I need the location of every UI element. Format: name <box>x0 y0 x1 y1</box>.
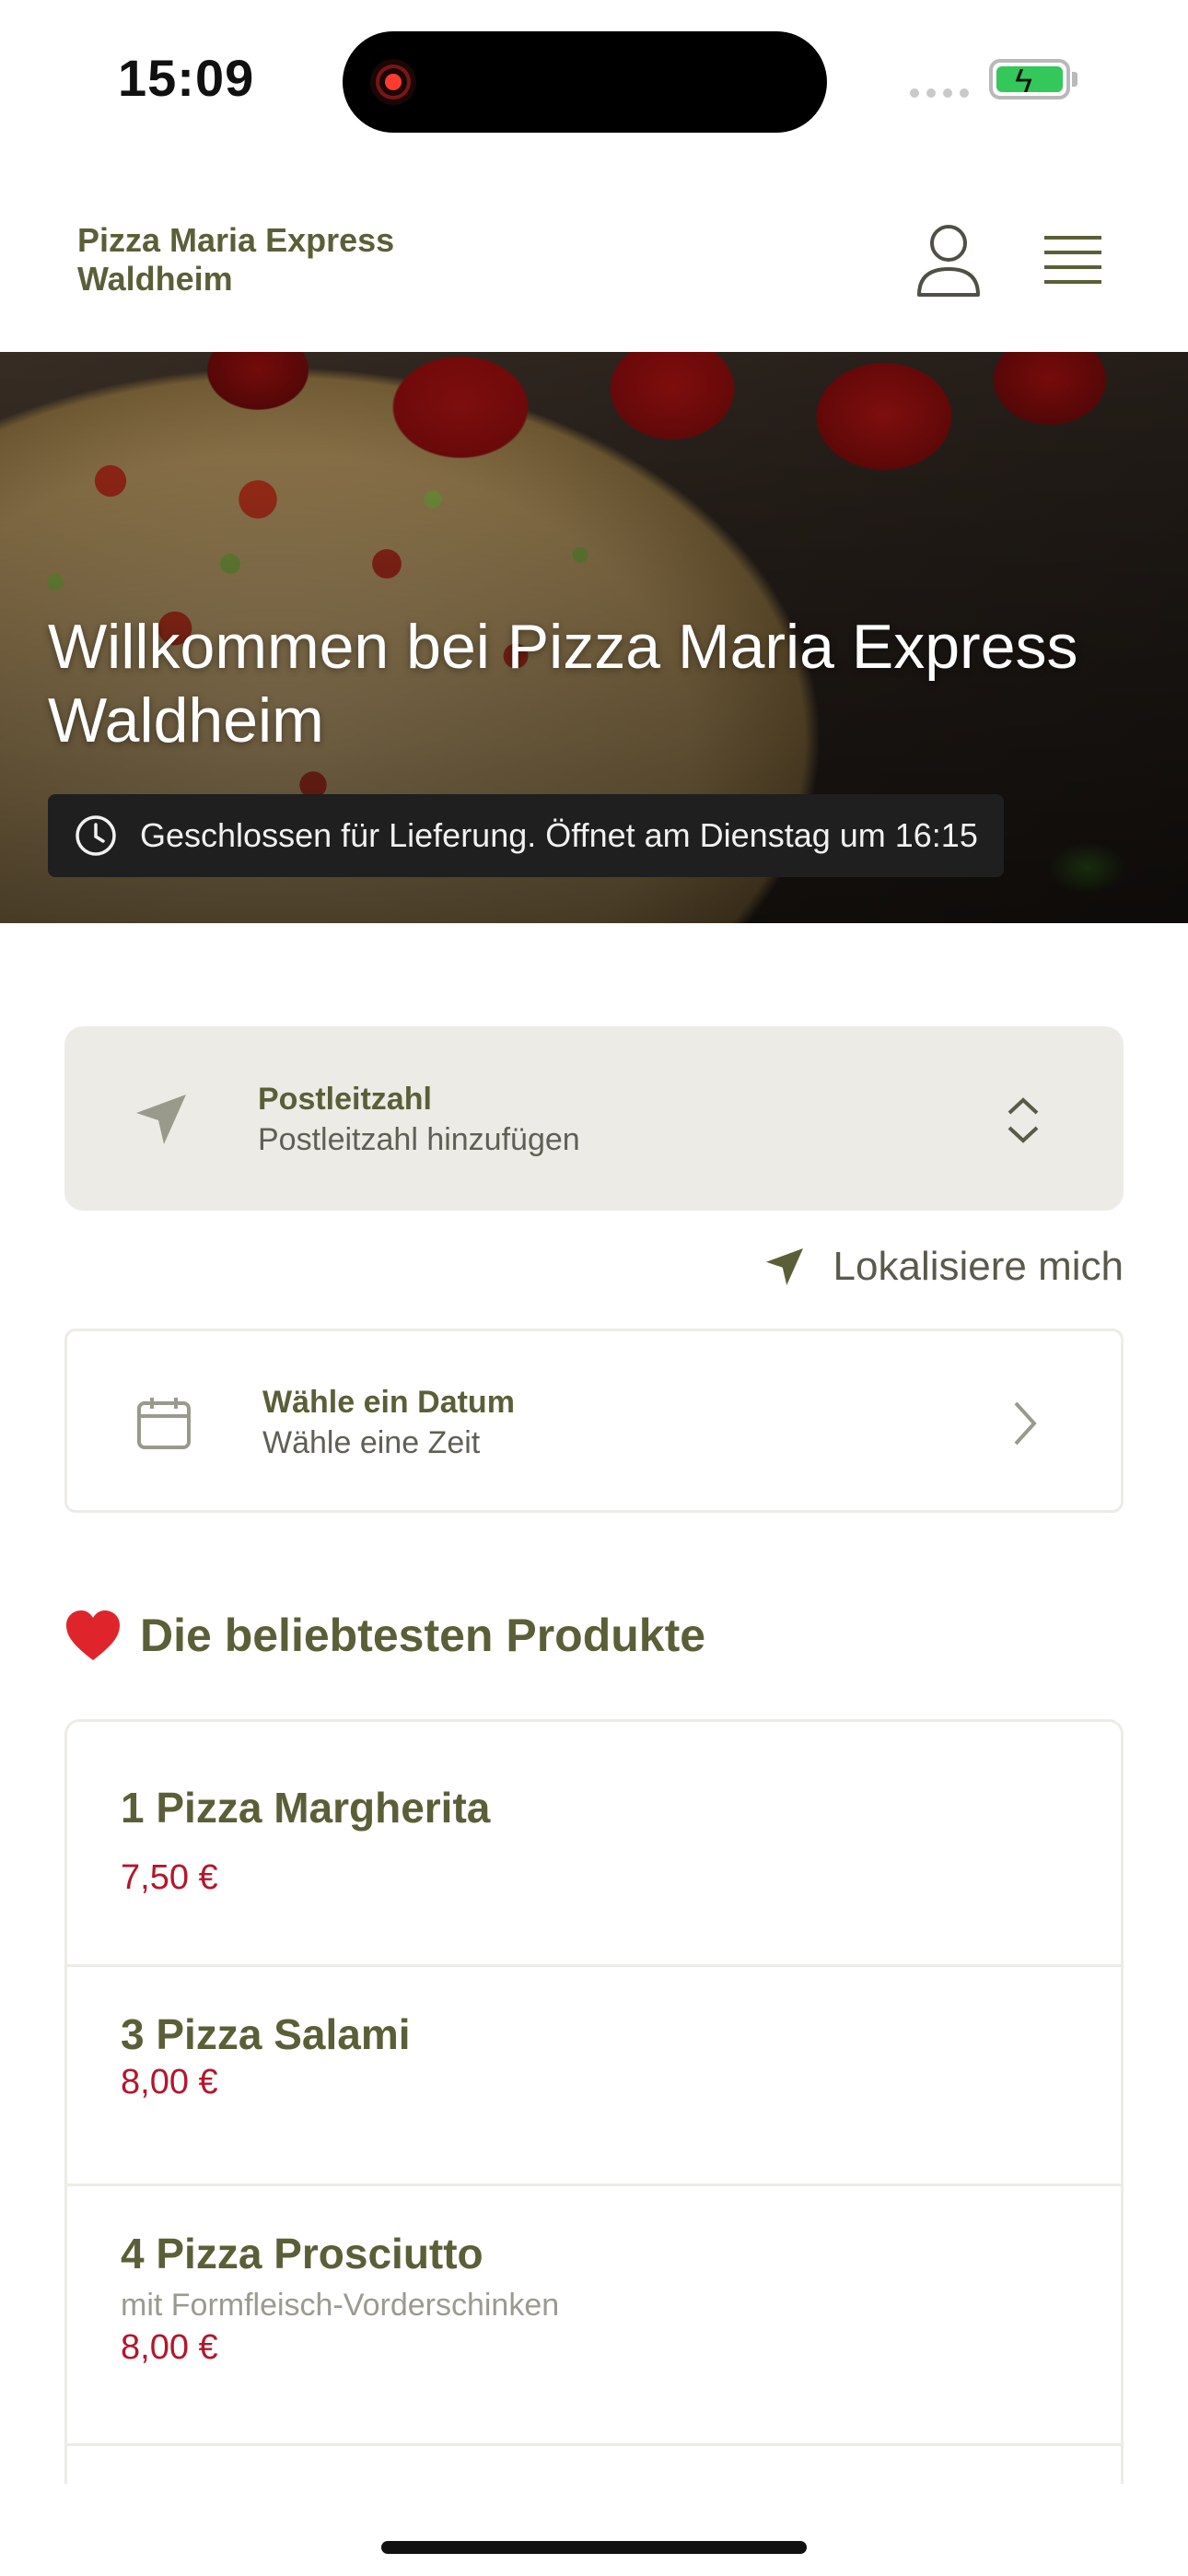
chevron-right-icon <box>1014 1401 1037 1446</box>
account-button[interactable] <box>912 221 985 300</box>
hero-title: Willkommen bei Pizza Maria Express Waldh… <box>48 612 1078 755</box>
date-selector[interactable]: Wähle ein Datum Wähle eine Zeit <box>64 1329 1124 1513</box>
postcode-placeholder: Postleitzahl hinzufügen <box>258 1122 580 1157</box>
opening-status-text: Geschlossen für Lieferung. Öffnet am Die… <box>140 816 978 854</box>
product-name: 4 Pizza Prosciutto <box>121 2230 483 2277</box>
battery-icon: ϟ <box>989 59 1070 100</box>
brand-name[interactable]: Pizza Maria Express Waldheim <box>77 221 464 299</box>
dynamic-island <box>343 31 827 133</box>
product-price: 8,00 € <box>121 2063 218 2102</box>
hamburger-icon <box>1044 236 1101 284</box>
opening-status-badge: Geschlossen für Lieferung. Öffnet am Die… <box>48 794 1004 877</box>
screen-recording-icon <box>370 59 416 105</box>
product-price: 7,50 € <box>121 1858 218 1897</box>
product-card[interactable]: 1 Pizza Margherita 7,50 € <box>67 1722 1121 1967</box>
time-label: Wähle eine Zeit <box>262 1425 481 1460</box>
location-arrow-icon <box>765 1247 803 1286</box>
postcode-selector[interactable]: Postleitzahl Postleitzahl hinzufügen <box>64 1026 1124 1211</box>
product-description: mit Formfleisch-Vorderschinken <box>121 2288 560 2323</box>
status-time: 15:09 <box>118 49 255 107</box>
postcode-label: Postleitzahl <box>258 1082 432 1117</box>
hero-banner: Willkommen bei Pizza Maria Express Waldh… <box>0 352 1188 923</box>
popular-products-header: Die beliebtesten Produkte <box>64 1609 705 1662</box>
locate-me-button[interactable]: Lokalisiere mich <box>763 1244 1124 1290</box>
home-indicator[interactable] <box>381 2541 807 2554</box>
status-bar: 15:09 ϟ <box>0 0 1188 157</box>
product-name: 1 Pizza Margherita <box>121 1784 491 1832</box>
date-label: Wähle ein Datum <box>262 1385 515 1420</box>
product-card[interactable]: 4 Pizza Prosciutto mit Formfleisch-Vorde… <box>67 2186 1121 2446</box>
popular-products-title: Die beliebtesten Produkte <box>140 1610 706 1661</box>
product-card[interactable]: 3 Pizza Salami 8,00 € <box>67 1967 1121 2186</box>
calendar-icon <box>137 1398 191 1449</box>
location-arrow-icon <box>136 1095 186 1144</box>
product-price: 8,00 € <box>121 2328 218 2367</box>
chevron-up-down-icon <box>1007 1097 1039 1143</box>
user-icon <box>917 225 980 297</box>
popular-products-list: 1 Pizza Margherita 7,50 € 3 Pizza Salami… <box>64 1719 1124 2484</box>
app-header: Pizza Maria Express Waldheim <box>0 184 1188 352</box>
clock-icon <box>76 815 116 856</box>
product-name: 3 Pizza Salami <box>121 2010 411 2058</box>
locate-me-label: Lokalisiere mich <box>833 1244 1124 1289</box>
menu-button[interactable] <box>1041 230 1105 289</box>
signal-icon <box>910 88 969 98</box>
heart-icon <box>66 1610 120 1660</box>
